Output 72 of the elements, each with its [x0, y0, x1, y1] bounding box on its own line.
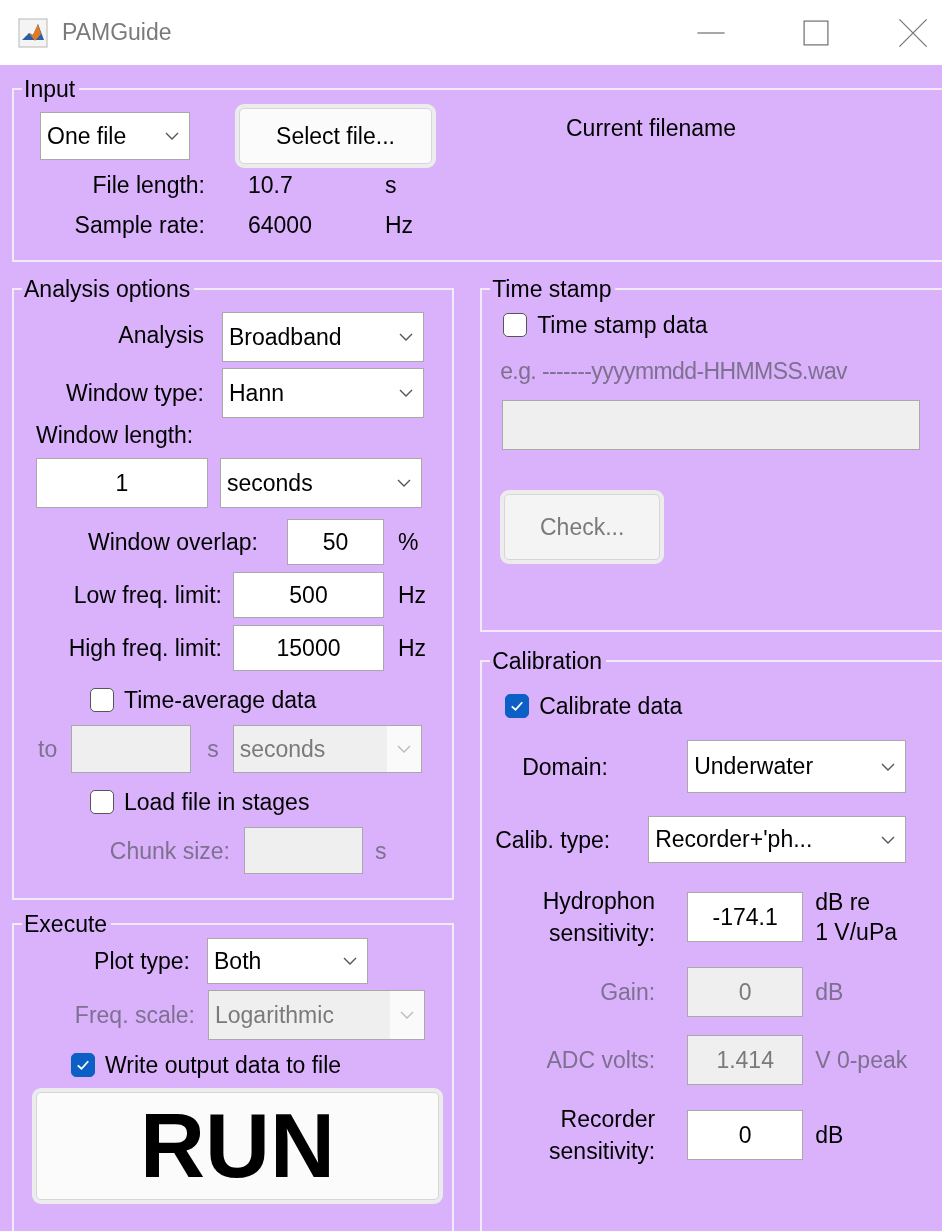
checkbox[interactable] [90, 688, 114, 712]
field-label: High freq. limit: [67, 634, 222, 663]
window-title: PAMGuide [62, 19, 173, 46]
info-value: 64000 [247, 211, 313, 240]
unit-label: s [207, 735, 219, 764]
dropdown[interactable]: Hann [222, 368, 424, 418]
chevron-down-icon [880, 761, 897, 772]
chevron-down-icon [398, 332, 414, 342]
panel-title: Calibration [491, 647, 604, 675]
field-label: Recorder sensitivity: [548, 1105, 656, 1166]
chevron-down-icon [395, 744, 412, 754]
unit-label: s [385, 171, 398, 200]
format-hint: e.g. -------yyyymmdd-HHMMSS.wav [500, 357, 847, 386]
field-label: Calib. type: [495, 825, 612, 855]
dropdown[interactable]: Broadband [222, 312, 424, 362]
dropdown[interactable]: Underwater [687, 740, 907, 793]
checkbox-label[interactable]: Time stamp data [537, 310, 708, 340]
input-field[interactable]: -174.1 [687, 892, 804, 942]
unit-label: Hz [398, 634, 427, 663]
checkbox-label[interactable]: Load file in stages [124, 787, 310, 817]
field-label: Hydrophon sensitivity: [541, 887, 656, 948]
input-field[interactable]: 50 [287, 519, 384, 565]
panel-title: Analysis options [23, 275, 192, 303]
field-label: Gain: [599, 978, 656, 1007]
checkbox-label[interactable]: Time-average data [124, 685, 317, 715]
dropdown[interactable]: seconds [220, 458, 422, 508]
current-filename-label: Current filename [566, 114, 737, 143]
checkbox-label[interactable]: Calibrate data [539, 691, 683, 721]
field-label: Window overlap: [86, 528, 258, 557]
panel-title: Input [23, 75, 77, 103]
panel-title: Execute [23, 910, 109, 938]
info-label: File length: [91, 171, 205, 200]
checkbox[interactable] [503, 313, 528, 337]
field-label: Plot type: [93, 947, 190, 976]
unit-label: % [398, 528, 419, 557]
field-label: Low freq. limit: [72, 581, 222, 610]
chevron-down-icon [342, 956, 358, 966]
unit-label: dB [815, 978, 844, 1007]
panel-title: Time stamp [491, 275, 613, 303]
field-label: ADC volts: [545, 1046, 656, 1075]
field-label: to [38, 735, 58, 764]
unit-label: Hz [398, 581, 427, 610]
chevron-down-icon [399, 1010, 415, 1020]
chevron-down-icon [164, 131, 180, 141]
chevron-down-icon [880, 834, 897, 845]
input-field[interactable]: 15000 [233, 625, 384, 671]
dropdown[interactable]: Recorder+'ph... [648, 816, 907, 863]
chevron-down-icon [398, 388, 414, 398]
info-value: 10.7 [247, 171, 294, 200]
checkbox[interactable] [71, 1053, 95, 1077]
checkbox[interactable] [90, 790, 114, 814]
dropdown[interactable]: Both [207, 938, 368, 984]
field-label: Window length: [36, 421, 194, 450]
unit-label: V 0-peak [815, 1046, 908, 1075]
unit-label: Hz [385, 211, 415, 240]
checkbox-label[interactable]: Write output data to file [105, 1050, 342, 1080]
field-label: Domain: [522, 752, 609, 782]
field-label: Analysis [117, 321, 204, 350]
input-field[interactable]: 500 [233, 572, 384, 618]
unit-label: s [375, 836, 387, 866]
unit-label: dB re 1 V/uPa [815, 888, 897, 947]
checkbox[interactable] [505, 694, 530, 718]
input-field[interactable]: 1 [36, 458, 208, 508]
unit-label: dB [815, 1121, 844, 1150]
field-label: Freq. scale: [73, 1001, 195, 1030]
input-field[interactable]: 0 [687, 1110, 804, 1160]
app-icon [18, 17, 48, 48]
field-label: Window type: [64, 379, 204, 408]
chevron-down-icon [396, 478, 412, 488]
info-label: Sample rate: [73, 211, 205, 240]
dropdown[interactable]: One file [40, 112, 190, 160]
field-label: Chunk size: [108, 836, 230, 866]
